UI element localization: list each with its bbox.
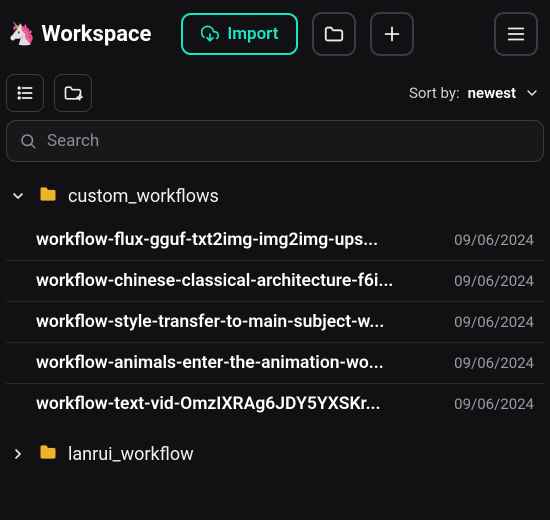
menu-button[interactable] <box>494 12 538 56</box>
file-date: 09/06/2024 <box>454 354 534 372</box>
sort-value: newest <box>468 84 516 102</box>
search-icon <box>19 132 37 150</box>
file-date: 09/06/2024 <box>454 395 534 413</box>
file-tree: custom_workflows workflow-flux-gguf-txt2… <box>0 176 550 474</box>
folder-icon <box>38 184 58 208</box>
folder-icon <box>38 442 58 466</box>
file-date: 09/06/2024 <box>454 272 534 290</box>
chevron-down-icon <box>524 85 540 101</box>
hamburger-icon <box>505 23 527 45</box>
chevron-down-icon <box>8 188 28 204</box>
import-button[interactable]: Import <box>181 13 298 55</box>
list-icon <box>15 83 35 103</box>
folder-lanrui-workflow[interactable]: lanrui_workflow <box>6 434 544 474</box>
file-name: workflow-text-vid-OmzIXRAg6JDY5YXSKr... <box>36 394 442 414</box>
file-name: workflow-animals-enter-the-animation-wo.… <box>36 353 442 373</box>
file-name: workflow-style-transfer-to-main-subject-… <box>36 312 442 332</box>
folder-label: lanrui_workflow <box>68 444 194 465</box>
file-name: workflow-chinese-classical-architecture-… <box>36 271 442 291</box>
folder-label: custom_workflows <box>68 186 219 207</box>
new-button[interactable] <box>370 12 414 56</box>
file-item[interactable]: workflow-chinese-classical-architecture-… <box>6 261 544 302</box>
folder-contents: workflow-flux-gguf-txt2img-img2img-ups..… <box>6 216 544 434</box>
file-item[interactable]: workflow-flux-gguf-txt2img-img2img-ups..… <box>6 220 544 261</box>
plus-icon <box>381 23 403 45</box>
header: 🦄 Workspace Import <box>0 0 550 68</box>
import-icon <box>201 25 219 43</box>
new-folder-button[interactable] <box>54 74 92 112</box>
toolbar: Sort by: newest <box>0 68 550 120</box>
page-title: Workspace <box>41 22 151 47</box>
folder-outline-icon <box>323 23 345 45</box>
file-date: 09/06/2024 <box>454 231 534 249</box>
sort-control[interactable]: Sort by: newest <box>409 84 540 102</box>
import-label: Import <box>227 24 278 44</box>
file-item[interactable]: workflow-animals-enter-the-animation-wo.… <box>6 343 544 384</box>
header-actions: Import <box>181 12 414 56</box>
brand: 🦄 Workspace <box>8 22 151 47</box>
file-item[interactable]: workflow-text-vid-OmzIXRAg6JDY5YXSKr... … <box>6 384 544 424</box>
search-input[interactable] <box>47 131 531 151</box>
file-name: workflow-flux-gguf-txt2img-img2img-ups..… <box>36 230 442 250</box>
search-container <box>6 120 544 162</box>
open-folder-button[interactable] <box>312 12 356 56</box>
file-date: 09/06/2024 <box>454 313 534 331</box>
file-item[interactable]: workflow-style-transfer-to-main-subject-… <box>6 302 544 343</box>
chevron-right-icon <box>8 446 28 462</box>
sort-label: Sort by: <box>409 84 460 102</box>
folder-custom-workflows[interactable]: custom_workflows <box>6 176 544 216</box>
brand-icon: 🦄 <box>8 22 35 47</box>
folder-plus-icon <box>63 83 83 103</box>
list-view-button[interactable] <box>6 74 44 112</box>
